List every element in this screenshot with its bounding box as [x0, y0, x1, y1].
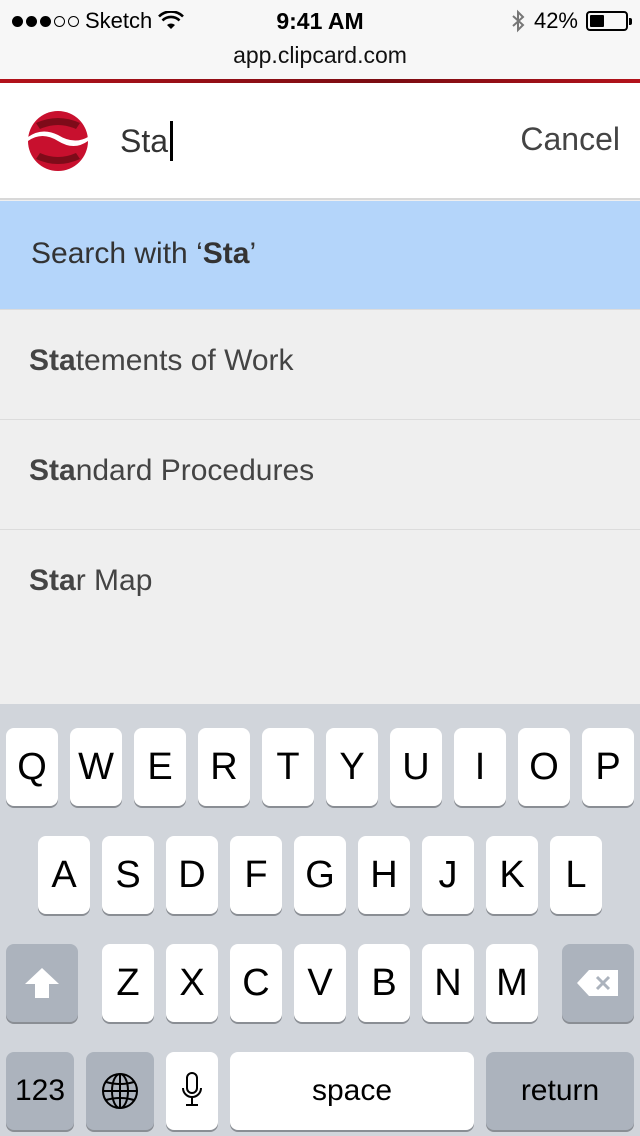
search-with-prefix: Search with ‘ [31, 237, 203, 270]
suggestion-match: Sta [29, 564, 76, 597]
key-p[interactable]: P [582, 728, 634, 806]
status-right: 42% [510, 8, 632, 34]
key-n[interactable]: N [422, 944, 474, 1022]
backspace-icon [577, 970, 618, 996]
suggestion-item[interactable]: Statements of Work [0, 309, 640, 419]
suggestion-match: Sta [29, 454, 76, 487]
key-a[interactable]: A [38, 836, 90, 914]
battery-percent: 42% [533, 8, 578, 33]
suggestion-item[interactable]: Star Map [0, 529, 640, 729]
key-b[interactable]: B [358, 944, 410, 1022]
key-e[interactable]: E [134, 728, 186, 806]
key-v[interactable]: V [294, 944, 346, 1022]
key-m[interactable]: M [486, 944, 538, 1022]
url-bar[interactable]: app.clipcard.com [0, 40, 640, 80]
text-caret [170, 121, 174, 161]
key-g[interactable]: G [294, 836, 346, 914]
search-input[interactable]: Sta [120, 121, 174, 161]
delete-key[interactable] [562, 944, 634, 1022]
battery-icon [586, 11, 632, 31]
key-x[interactable]: X [166, 944, 218, 1022]
bluetooth-icon [512, 9, 525, 33]
search-with-row[interactable]: Search with ‘Sta’ [0, 201, 640, 309]
numbers-key[interactable]: 123 [6, 1052, 74, 1130]
key-f[interactable]: F [230, 836, 282, 914]
key-o[interactable]: O [518, 728, 570, 806]
key-y[interactable]: Y [326, 728, 378, 806]
search-header: Sta Cancel [0, 83, 640, 200]
key-w[interactable]: W [70, 728, 122, 806]
globe-icon [102, 1073, 138, 1109]
suggestion-rest: tements of Work [75, 344, 294, 377]
key-c[interactable]: C [230, 944, 282, 1022]
key-j[interactable]: J [422, 836, 474, 914]
key-r[interactable]: R [198, 728, 250, 806]
key-t[interactable]: T [262, 728, 314, 806]
key-s[interactable]: S [102, 836, 154, 914]
search-with-suffix: ’ [249, 237, 257, 270]
clipcard-logo-icon [28, 111, 88, 171]
microphone-icon [182, 1072, 202, 1106]
battery-fill [590, 15, 604, 27]
key-z[interactable]: Z [102, 944, 154, 1022]
suggestion-rest: ndard Procedures [75, 454, 315, 487]
search-with-term: Sta [202, 237, 250, 270]
globe-key[interactable] [86, 1052, 154, 1130]
shift-key[interactable] [6, 944, 78, 1022]
suggestion-item[interactable]: Standard Procedures [0, 419, 640, 529]
space-key[interactable]: space [230, 1052, 474, 1130]
key-i[interactable]: I [454, 728, 506, 806]
status-bar: Sketch 9:41 AM 42% [0, 0, 640, 40]
search-results: Search with ‘Sta’ Statements of Work Sta… [0, 201, 640, 729]
dictation-key[interactable] [166, 1052, 218, 1130]
key-u[interactable]: U [390, 728, 442, 806]
key-d[interactable]: D [166, 836, 218, 914]
keyboard: 123 space return Q W E R T Y U I O P A S… [0, 704, 640, 1136]
suggestion-rest: r Map [75, 564, 153, 597]
shift-arrow-icon [25, 968, 59, 998]
key-h[interactable]: H [358, 836, 410, 914]
cancel-button[interactable]: Cancel [520, 121, 620, 158]
screen: Sketch 9:41 AM 42% app.clipcard.com Sta … [0, 0, 640, 1136]
key-k[interactable]: K [486, 836, 538, 914]
return-key[interactable]: return [486, 1052, 634, 1130]
suggestion-match: Sta [29, 344, 76, 377]
key-q[interactable]: Q [6, 728, 58, 806]
key-l[interactable]: L [550, 836, 602, 914]
search-query-text: Sta [120, 122, 169, 159]
